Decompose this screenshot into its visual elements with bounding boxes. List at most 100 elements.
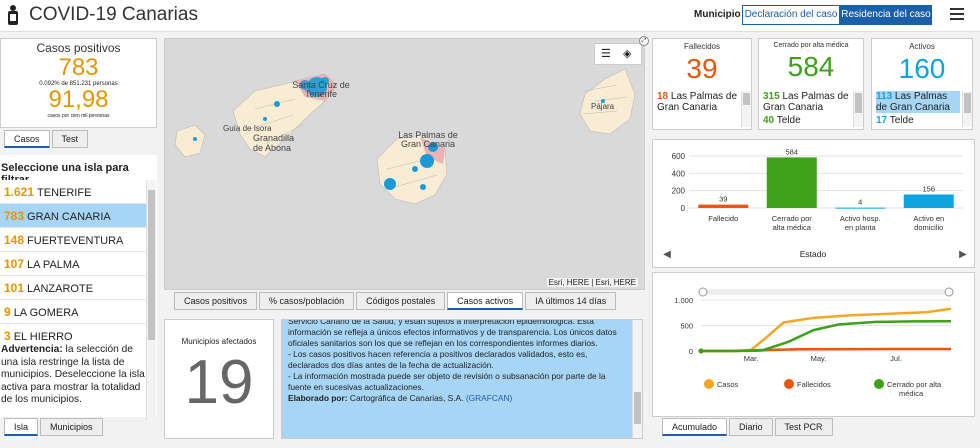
legend-label: médica xyxy=(899,389,924,398)
tab-casos-activos[interactable]: Casos activos xyxy=(447,292,524,310)
tab-pct-casos[interactable]: % casos/población xyxy=(259,292,355,310)
bar-value-label: 39 xyxy=(719,195,727,204)
case-bubble xyxy=(420,184,426,190)
island-item[interactable]: 101 LANZAROTE xyxy=(0,276,155,300)
info-scrollbar[interactable] xyxy=(632,320,642,438)
activos-row[interactable]: 113 Las Palmas de Gran Canaria xyxy=(876,91,960,113)
fallecidos-row[interactable]: 18 Las Palmas de Gran Canaria xyxy=(657,91,739,113)
bar xyxy=(835,207,886,209)
info-p2: - Los casos positivos hacen referencia a… xyxy=(288,349,588,370)
island-item[interactable]: 107 LA PALMA xyxy=(0,252,155,276)
warning-text: Advertencia: la selección de una isla re… xyxy=(0,344,146,416)
x-tick-label: Fallecido xyxy=(708,214,738,223)
x-tick-label: May. xyxy=(811,354,827,363)
casos-positivos-panel: Casos positivos 783 0.092% de 851.231 pe… xyxy=(0,38,157,128)
legend-marker xyxy=(704,379,714,389)
municipios-value: 19 xyxy=(184,348,254,417)
left-stat-tabs: Casos Test xyxy=(4,130,90,148)
island-item[interactable]: 9 LA GOMERA xyxy=(0,300,155,324)
tab-test[interactable]: Test xyxy=(51,130,89,148)
tab-ia-14[interactable]: IA últimos 14 días xyxy=(525,292,617,310)
line-chart-panel: 0 500 1.000 Mar. May. Jul. Casos Fallecidos Cerr… xyxy=(652,272,975,417)
bar-value-label: 156 xyxy=(922,184,935,193)
legend-marker xyxy=(784,379,794,389)
range-slider-track xyxy=(703,289,951,295)
info-p1: Servicio Canario de la Salud, y están su… xyxy=(288,319,617,348)
casos-value: 783 xyxy=(58,54,99,81)
declaracion-button[interactable]: Declaración del caso xyxy=(742,5,840,25)
y-tick-label: 200 xyxy=(672,187,686,196)
y-tick-label: 0 xyxy=(681,204,686,213)
fallecidos-scrollbar[interactable] xyxy=(741,91,751,127)
label-las-palmas: Las Palmas de Gran Canaria xyxy=(398,130,458,149)
activos-card: Activos 160 113 Las Palmas de Gran Canar… xyxy=(871,38,973,130)
expand-icon[interactable]: ⤢ xyxy=(639,36,649,46)
cerrado-scrollbar[interactable] xyxy=(853,91,863,127)
map-list-button[interactable]: ☰ ◈ xyxy=(594,43,642,65)
bar-chart: 0 200 400 600 39 Fallecido 584 Cerrado poralta … xyxy=(663,147,967,260)
x-axis-title: Estado xyxy=(800,249,827,259)
bar xyxy=(903,194,954,208)
range-slider-handle-right xyxy=(944,287,954,297)
info-p3: - La información mostrada puede ser obje… xyxy=(288,371,606,392)
island-item[interactable]: 148 FUERTEVENTURA xyxy=(0,228,155,252)
la-gomera-island xyxy=(174,124,206,158)
label-santa-cruz: Santa Cruz de Tenerife xyxy=(292,80,350,99)
label-guia: Guía de Isora xyxy=(223,124,272,133)
tab-codigos-postales[interactable]: Códigos postales xyxy=(356,292,446,310)
tab-municipios[interactable]: Municipios xyxy=(40,418,103,436)
activos-row[interactable]: 17 Telde xyxy=(876,115,960,126)
case-bubble xyxy=(412,166,418,172)
scroll-right-icon: ▶ xyxy=(959,249,967,260)
tab-test-pcr[interactable]: Test PCR xyxy=(774,418,833,436)
cerrado-card: Cerrado por alta médica 584 315 Las Palm… xyxy=(758,38,864,130)
activos-title: Activos xyxy=(909,42,935,51)
map-attribution: Esri, HERE | Esri, HERE xyxy=(546,278,638,287)
range-slider-handle-left xyxy=(698,287,708,297)
fallecidos-title: Fallecidos xyxy=(683,42,720,51)
menu-icon[interactable] xyxy=(950,8,964,23)
map-panel[interactable]: Santa Cruz de Tenerife Guía de Isora Gra… xyxy=(164,38,645,290)
y-tick-label: 600 xyxy=(672,152,686,161)
layers-icon[interactable]: ◈ xyxy=(623,44,631,64)
x-tick-label: Mar. xyxy=(744,354,759,363)
island-item[interactable]: 783 GRAN CANARIA xyxy=(0,204,155,228)
page-title: COVID-19 Canarias xyxy=(29,4,198,25)
municipio-label: Municipio xyxy=(694,9,741,20)
island-item[interactable]: 1.621 TENERIFE xyxy=(0,180,155,204)
tab-casos-positivos[interactable]: Casos positivos xyxy=(174,292,258,310)
x-tick-label: Activo en xyxy=(913,214,944,223)
label-granadilla: Granadilla de Abona xyxy=(253,133,295,153)
y-tick-label: 500 xyxy=(680,322,693,331)
case-bubble xyxy=(193,137,197,141)
residencia-button[interactable]: Residencia del caso xyxy=(840,5,932,25)
cerrado-row[interactable]: 315 Las Palmas de Gran Canaria xyxy=(763,91,851,113)
tab-casos[interactable]: Casos xyxy=(4,130,50,148)
info-credit: Elaborado por: Cartográfica de Canarias,… xyxy=(288,393,513,403)
rate-value: 91,98 xyxy=(48,86,109,113)
x-tick-label: en planta xyxy=(845,223,877,232)
island-list: 1.621 TENERIFE 783 GRAN CANARIA 148 FUERTEV… xyxy=(0,180,155,348)
cerrado-title: Cerrado por alta médica xyxy=(773,42,849,49)
series-point xyxy=(698,348,704,354)
activos-scrollbar[interactable] xyxy=(962,91,972,127)
tab-acumulado[interactable]: Acumulado xyxy=(662,418,728,436)
tab-diario[interactable]: Diario xyxy=(729,418,773,436)
island-list-scrollbar[interactable] xyxy=(146,180,156,420)
legend-marker xyxy=(874,379,884,389)
case-bubble xyxy=(274,101,280,107)
cerrado-row[interactable]: 40 Telde xyxy=(763,115,851,126)
y-tick-label: 0 xyxy=(689,347,693,356)
case-bubble xyxy=(384,178,396,190)
tab-isla[interactable]: Isla xyxy=(4,418,39,436)
grafcan-link[interactable]: (GRAFCAN) xyxy=(466,393,513,403)
list-icon[interactable]: ☰ xyxy=(601,44,611,64)
y-tick-label: 1.000 xyxy=(674,296,693,305)
bar-chart-panel: 0 200 400 600 39 Fallecido 584 Cerrado por alta … xyxy=(652,139,975,268)
series-line xyxy=(701,307,952,353)
casos-title: Casos positivos xyxy=(36,41,121,55)
top-bar: COVID-19 Canarias Municipio Declaración … xyxy=(0,0,980,32)
bar-value-label: 584 xyxy=(785,147,798,156)
line-chart-tabs: Acumulado Diario Test PCR xyxy=(662,418,835,436)
map-canvas[interactable] xyxy=(165,39,645,290)
